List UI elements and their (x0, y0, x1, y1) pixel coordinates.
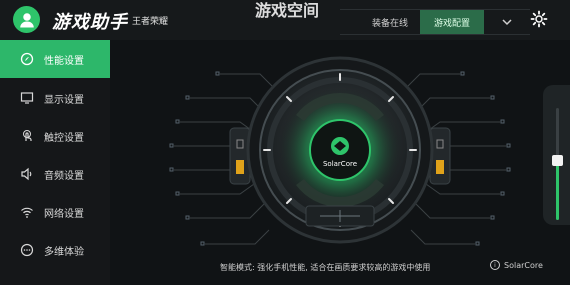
audio-icon (20, 167, 34, 181)
wifi-icon (20, 205, 34, 219)
sidebar-item-more[interactable]: 多维体验 (0, 231, 110, 269)
tab-equipment-online[interactable]: 装备在线 (350, 10, 430, 34)
brightness-slider-fill (556, 165, 559, 220)
page-title: 游戏空间 (255, 1, 320, 20)
app-brand: 游戏助手 (52, 12, 128, 33)
brightness-slider-knob[interactable] (552, 155, 563, 166)
more-icon (20, 243, 34, 257)
chevron-down-icon (502, 19, 512, 26)
info-icon[interactable]: i (490, 260, 500, 270)
sidebar-item-audio[interactable]: 音频设置 (0, 155, 110, 193)
sidebar-item-touch[interactable]: 触控设置 (0, 117, 110, 155)
performance-icon (20, 52, 34, 66)
avatar[interactable] (13, 6, 40, 33)
main-panel: SolarCore 智能模式: 强化手机性能, 适合在画质要求较高的游戏中使用 (110, 40, 570, 285)
brand-label: SolarCore (504, 260, 543, 270)
sidebar: 性能设置 显示设置 触控设置 音频设置 网络设置 多维体验 (0, 40, 110, 285)
sidebar-item-label: 触控设置 (44, 132, 84, 144)
sidebar-item-label: 显示设置 (44, 94, 84, 106)
sidebar-item-performance[interactable]: 性能设置 (0, 40, 110, 78)
brand-mark: i SolarCore (490, 260, 543, 270)
sidebar-item-label: 多维体验 (44, 246, 84, 258)
solarcore-illustration: SolarCore (169, 56, 511, 246)
top-bar: 游戏助手 王者荣耀 游戏空间 装备在线 游戏配置 (0, 0, 570, 40)
mode-tip: 智能模式: 强化手机性能, 适合在画质要求较高的游戏中使用 (220, 263, 431, 272)
touch-icon (20, 129, 34, 143)
sidebar-item-label: 音频设置 (44, 170, 84, 182)
sidebar-item-display[interactable]: 显示设置 (0, 79, 110, 117)
sidebar-item-label: 网络设置 (44, 208, 84, 220)
display-icon (20, 91, 34, 105)
expand-button[interactable] (492, 10, 522, 34)
tab-bar: 装备在线 游戏配置 (340, 9, 530, 35)
game-name: 王者荣耀 (132, 17, 169, 27)
gear-icon[interactable] (530, 10, 548, 28)
center-label: SolarCore (323, 160, 357, 168)
sidebar-item-label: 性能设置 (44, 55, 84, 67)
tab-game-config[interactable]: 游戏配置 (420, 10, 484, 34)
sidebar-item-network[interactable]: 网络设置 (0, 193, 110, 231)
user-icon (19, 12, 34, 27)
